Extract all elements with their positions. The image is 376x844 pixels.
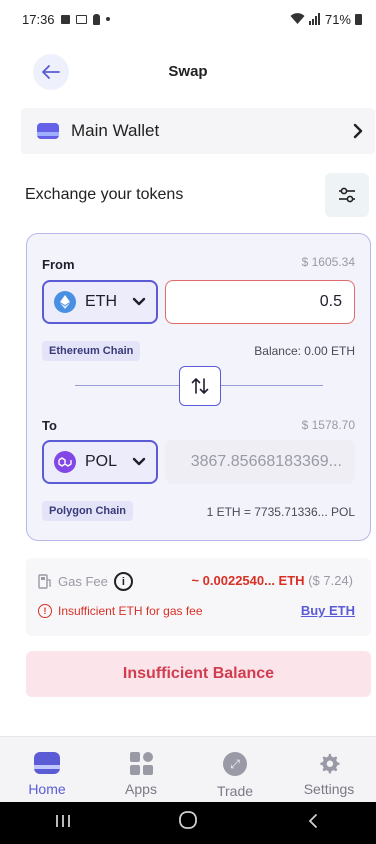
pol-token-icon — [54, 451, 76, 473]
swap-card: From $ 1605.34 ETH 0.5 Ethereum Chain Ba… — [26, 233, 371, 541]
from-token-select[interactable]: ETH — [42, 280, 158, 324]
header: Swap — [0, 52, 376, 92]
gas-fee-label-row: Gas Fee i — [38, 572, 133, 591]
switch-tokens-button[interactable] — [179, 366, 221, 406]
signal-icon — [308, 13, 320, 25]
status-bar: 17:36 71% — [0, 0, 376, 38]
from-usd-value: $ 1605.34 — [301, 255, 355, 269]
divider-right — [221, 385, 323, 386]
insufficient-balance-button[interactable]: Insufficient Balance — [26, 651, 371, 697]
battery-percent: 71% — [324, 11, 351, 27]
person-icon — [92, 13, 100, 25]
gear-icon — [320, 753, 340, 774]
gas-warning-text: Insufficient ETH for gas fee — [58, 604, 203, 618]
gas-pump-icon — [38, 574, 51, 589]
buy-eth-link[interactable]: Buy ETH — [301, 603, 355, 618]
gas-fee-usd: ($ 7.24) — [308, 573, 353, 588]
nav-label-trade: Trade — [216, 783, 254, 799]
status-time: 17:36 — [22, 11, 55, 27]
arrow-left-icon — [42, 65, 60, 79]
wallet-icon — [37, 123, 59, 139]
nav-item-home[interactable]: Home — [0, 737, 94, 802]
gas-fee-card: Gas Fee i ~ 0.0022540... ETH ($ 7.24) ! … — [26, 558, 371, 636]
nav-label-settings: Settings — [303, 781, 355, 797]
back-chevron-icon[interactable] — [283, 812, 343, 835]
gas-fee-value: ~ 0.0022540... ETH ($ 7.24) — [191, 573, 353, 588]
from-amount-input[interactable]: 0.5 — [165, 280, 355, 324]
nav-item-settings[interactable]: Settings — [282, 737, 376, 802]
recents-icon[interactable] — [33, 812, 93, 835]
gas-fee-amount: ~ 0.0022540... ETH — [191, 573, 305, 588]
to-usd-value: $ 1578.70 — [301, 418, 355, 432]
wallet-selector[interactable]: Main Wallet — [21, 108, 375, 154]
home-circle-icon[interactable] — [158, 810, 218, 836]
to-amount-output: 3867.85668183369... — [165, 440, 355, 484]
wifi-icon — [290, 13, 305, 24]
bottom-nav: Home Apps ⤢ Trade Settings — [0, 736, 376, 802]
info-icon[interactable]: i — [113, 572, 133, 591]
to-chain-badge: Polygon Chain — [42, 501, 133, 521]
nav-item-apps[interactable]: Apps — [94, 737, 188, 802]
swap-arrows-icon — [191, 378, 209, 394]
image-icon — [60, 14, 70, 24]
chevron-right-icon — [353, 123, 363, 139]
slippage-settings-button[interactable] — [325, 173, 369, 217]
to-token-select[interactable]: POL — [42, 440, 158, 484]
from-balance: Balance: 0.00 ETH — [254, 344, 355, 358]
eth-token-icon — [54, 291, 76, 313]
wallet-icon — [34, 752, 60, 774]
status-right: 71% — [290, 12, 362, 27]
mail-icon — [75, 14, 87, 24]
trade-icon: ⤢ — [223, 752, 247, 776]
exchange-rate: 1 ETH = 7735.71336... POL — [206, 505, 355, 519]
sliders-icon — [339, 187, 355, 203]
wallet-name: Main Wallet — [71, 121, 160, 140]
apps-grid-icon — [129, 752, 153, 775]
gas-warning: ! Insufficient ETH for gas fee — [38, 604, 203, 618]
from-label: From — [42, 257, 75, 272]
exchange-title: Exchange your tokens — [25, 186, 184, 203]
chevron-down-icon — [132, 457, 146, 466]
divider-left — [75, 385, 179, 386]
chevron-down-icon — [132, 297, 146, 306]
status-left: 17:36 — [22, 12, 110, 27]
to-label: To — [42, 418, 57, 433]
to-token-symbol: POL — [85, 453, 118, 470]
back-button[interactable] — [33, 54, 69, 90]
gas-fee-label: Gas Fee — [58, 574, 108, 589]
nav-label-home: Home — [28, 781, 66, 797]
from-chain-badge: Ethereum Chain — [42, 341, 141, 361]
system-nav-bar — [0, 802, 376, 844]
alert-icon: ! — [38, 604, 52, 618]
nav-item-trade[interactable]: ⤢ Trade — [188, 737, 282, 802]
nav-label-apps: Apps — [125, 781, 157, 797]
from-token-symbol: ETH — [85, 293, 117, 310]
battery-icon — [355, 13, 362, 25]
dot-icon — [105, 17, 110, 21]
